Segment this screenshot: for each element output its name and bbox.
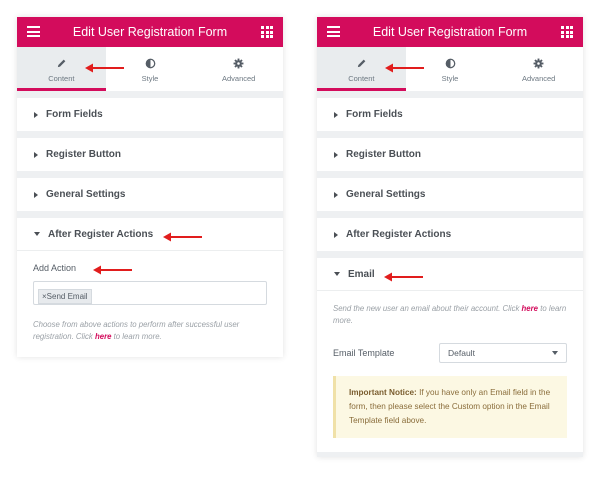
add-action-label: Add Action (33, 263, 77, 273)
tab-label: Advanced (522, 74, 556, 83)
help-text: Send the new user an email about their a… (333, 304, 520, 313)
annotation-arrow-icon (93, 265, 132, 275)
email-help: Send the new user an email about their a… (333, 303, 567, 327)
caret-right-icon (34, 151, 38, 158)
tab-advanced[interactable]: Advanced (194, 47, 283, 91)
tab-advanced[interactable]: Advanced (494, 47, 583, 91)
section-form-fields[interactable]: Form Fields (317, 98, 583, 131)
after-register-actions-body: Add Action ×Send Email Choose from above… (17, 251, 283, 357)
caret-down-icon (334, 272, 340, 276)
section-email[interactable]: Email (317, 258, 583, 291)
annotation-arrow-icon (384, 272, 423, 282)
add-action-help: Choose from above actions to perform aft… (33, 319, 267, 343)
panel-title: Edit User Registration Form (372, 25, 528, 39)
caret-right-icon (34, 191, 38, 198)
section-register-button[interactable]: Register Button (317, 138, 583, 171)
tab-label: Style (441, 74, 459, 83)
email-template-select[interactable]: Default (439, 343, 567, 363)
important-notice: Important Notice: If you have only an Em… (333, 376, 567, 438)
chevron-down-icon (552, 351, 558, 355)
section-form-fields[interactable]: Form Fields (17, 98, 283, 131)
add-action-select[interactable]: ×Send Email (33, 281, 267, 305)
left-editor-panel: Edit User Registration Form Content Styl… (17, 17, 283, 357)
gear-icon (194, 57, 283, 70)
hamburger-icon[interactable] (27, 26, 40, 37)
section-general-settings[interactable]: General Settings (17, 178, 283, 211)
panel-tabs: Content Style Advanced (17, 47, 283, 91)
email-section-body: Send the new user an email about their a… (317, 291, 583, 452)
section-label: Form Fields (346, 109, 403, 120)
section-after-register-actions[interactable]: After Register Actions (17, 218, 283, 251)
tab-label: Style (141, 74, 159, 83)
annotation-arrow-icon (163, 232, 202, 242)
tag-label: Send Email (46, 292, 88, 301)
caret-right-icon (334, 191, 338, 198)
section-register-button[interactable]: Register Button (17, 138, 283, 171)
email-template-label: Email Template (333, 348, 395, 358)
panel-header: Edit User Registration Form (317, 17, 583, 47)
section-after-register-actions[interactable]: After Register Actions (317, 218, 583, 251)
notice-title: Important Notice: (349, 388, 417, 397)
hamburger-icon[interactable] (327, 26, 340, 37)
help-link[interactable]: here (95, 332, 111, 341)
caret-right-icon (334, 111, 338, 118)
caret-down-icon (34, 232, 40, 236)
email-template-row: Email Template Default (333, 343, 567, 363)
annotation-arrow-icon (85, 63, 124, 73)
select-value: Default (448, 348, 475, 358)
annotation-arrow-icon (385, 63, 424, 73)
section-label: Register Button (46, 149, 121, 160)
section-label: After Register Actions (48, 228, 154, 240)
right-editor-panel: Edit User Registration Form Content Styl… (317, 17, 583, 457)
section-label: General Settings (346, 189, 426, 200)
caret-right-icon (334, 151, 338, 158)
help-link[interactable]: here (522, 304, 538, 313)
panel-title: Edit User Registration Form (72, 25, 228, 39)
gear-icon (494, 57, 583, 70)
caret-right-icon (34, 111, 38, 118)
tab-label: Advanced (222, 74, 256, 83)
section-label: Register Button (346, 149, 421, 160)
grid-icon[interactable] (561, 26, 573, 38)
section-label: General Settings (46, 189, 126, 200)
help-text: to learn more. (113, 332, 162, 341)
caret-right-icon (334, 231, 338, 238)
selected-tag: ×Send Email (38, 289, 92, 304)
section-label: After Register Actions (346, 229, 452, 240)
panel-tabs: Content Style Advanced (317, 47, 583, 91)
section-general-settings[interactable]: General Settings (317, 178, 583, 211)
tab-label: Content (48, 74, 75, 83)
grid-icon[interactable] (261, 26, 273, 38)
panel-header: Edit User Registration Form (17, 17, 283, 47)
section-label: Email (348, 268, 375, 280)
tab-label: Content (348, 74, 375, 83)
section-label: Form Fields (46, 109, 103, 120)
